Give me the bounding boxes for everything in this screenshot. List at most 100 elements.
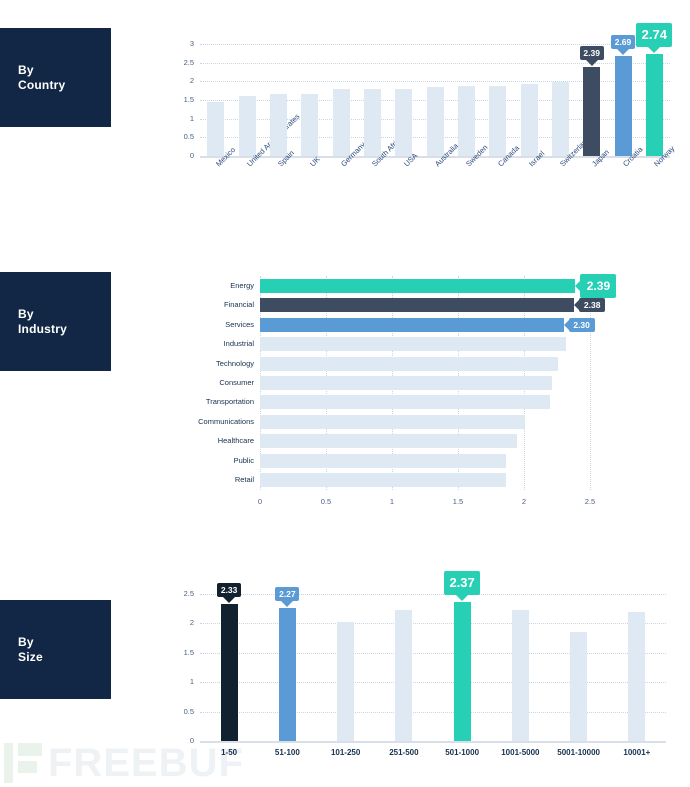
bar <box>260 473 506 488</box>
chart-by-industry: 0 0.5 1 1.5 2 2.5 Energy 2.39 Financial 2.38 Servi… <box>160 266 680 526</box>
category-label: Public <box>233 455 254 465</box>
category-label: 51-100 <box>274 748 300 757</box>
category-label: Transportation <box>205 397 254 407</box>
bar <box>645 53 663 156</box>
section-label-by-industry: By Industry <box>0 272 111 371</box>
bar <box>520 83 538 156</box>
bar <box>628 611 646 741</box>
x-axis-line <box>200 741 666 743</box>
section-label-by-country: By Country <box>0 28 111 127</box>
category-label: Consumer <box>219 378 254 387</box>
category-label: Healthcare <box>217 436 254 446</box>
bar <box>426 86 444 156</box>
callout-pointer-icon <box>648 46 661 53</box>
bar <box>511 610 529 741</box>
bar <box>269 94 287 156</box>
chart-by-country: 00.511.522.53MexicoUnited Arab EmiratesS… <box>160 14 680 234</box>
category-label: 101-250 <box>330 748 361 757</box>
bar <box>238 95 256 156</box>
value-callout: 2.69 <box>611 34 635 55</box>
category-label: Technology <box>216 358 254 368</box>
chart-by-size: 0 0.5 1 1.5 2 2.5 2.33 1-50 2.27 51-100 101-250 251… <box>160 556 680 781</box>
callout-pointer-icon <box>585 59 598 66</box>
category-label: 251-500 <box>389 748 419 757</box>
category-label: Retail <box>234 475 254 485</box>
bar <box>457 86 475 156</box>
value-callout: 2.27 <box>275 586 300 607</box>
bar <box>363 88 381 156</box>
gridline <box>200 62 670 64</box>
y-axis-tick-label: 2 <box>189 618 194 628</box>
category-label: Financial <box>223 300 254 310</box>
value-callout: 2.33 <box>217 582 242 603</box>
bar <box>583 66 601 156</box>
value-callout: 2.38 <box>574 298 606 313</box>
value-callout: 2.30 <box>563 317 595 332</box>
gridline <box>200 652 666 654</box>
bar <box>551 82 569 156</box>
x-axis-tick-label: 1 <box>389 497 395 506</box>
bar <box>614 55 632 156</box>
category-label: Services <box>225 319 254 329</box>
category-label: Communications <box>198 416 254 426</box>
bar <box>207 101 225 156</box>
x-axis-tick-label: 1.5 <box>452 497 464 506</box>
section-label-text: By Country <box>18 62 66 92</box>
y-axis-tick-label: 0.5 <box>183 706 194 716</box>
bar <box>260 376 552 390</box>
bar <box>332 88 350 156</box>
x-axis-tick-label: 0.5 <box>320 497 332 506</box>
gridline <box>200 594 666 595</box>
bar <box>260 356 559 371</box>
bar <box>260 337 567 352</box>
y-axis-tick-label: 1 <box>189 677 194 687</box>
bar <box>260 453 506 468</box>
y-axis-tick-label: 1.5 <box>183 95 194 104</box>
y-axis-tick-label: 2 <box>189 76 194 86</box>
x-axis-tick-label: 2.5 <box>584 497 596 506</box>
y-axis-tick-label: 1 <box>189 113 194 123</box>
section-label-text: By Size <box>18 634 43 664</box>
bar <box>337 622 355 741</box>
value-callout: 2.39 <box>575 273 617 298</box>
category-label: Industrial <box>223 339 254 349</box>
gridline <box>200 44 670 45</box>
bar <box>260 395 551 410</box>
callout-pointer-icon <box>617 48 629 55</box>
gridline <box>200 711 666 713</box>
y-axis-tick-label: 3 <box>189 39 194 48</box>
category-label: 1001-5000 <box>501 748 540 757</box>
bar <box>489 86 507 156</box>
category-label: 5001-10000 <box>557 748 600 757</box>
bar <box>278 607 296 741</box>
bar <box>301 94 319 156</box>
bar <box>260 298 575 313</box>
callout-pointer-icon <box>456 594 469 601</box>
x-axis-tick-label: 2 <box>521 497 527 506</box>
y-axis-tick-label: 0 <box>189 736 194 745</box>
bar <box>260 317 564 332</box>
callout-pointer-icon <box>281 600 294 607</box>
freebuf-logo-icon <box>4 743 42 783</box>
bar <box>260 278 576 293</box>
bar <box>220 603 238 741</box>
category-label: 501-1000 <box>445 748 480 757</box>
bar <box>570 631 588 741</box>
callout-pointer-icon <box>574 300 580 311</box>
callout-pointer-icon <box>223 596 236 603</box>
bar <box>395 610 413 741</box>
x-axis-tick-label: 0 <box>257 497 263 506</box>
value-callout: 2.74 <box>636 22 673 53</box>
category-label: 10001+ <box>623 748 651 757</box>
value-callout: 2.39 <box>579 45 604 66</box>
callout-pointer-icon <box>563 319 569 330</box>
category-label: 1-50 <box>221 748 238 757</box>
y-axis-tick-label: 0 <box>189 151 194 160</box>
value-callout: 2.37 <box>444 570 481 601</box>
y-axis-tick-label: 2.5 <box>183 589 194 598</box>
y-axis-tick-label: 2.5 <box>183 57 194 67</box>
bar <box>453 601 471 741</box>
bar <box>260 414 526 429</box>
y-axis-tick-label: 1.5 <box>183 647 194 657</box>
category-label: Energy <box>230 280 254 290</box>
